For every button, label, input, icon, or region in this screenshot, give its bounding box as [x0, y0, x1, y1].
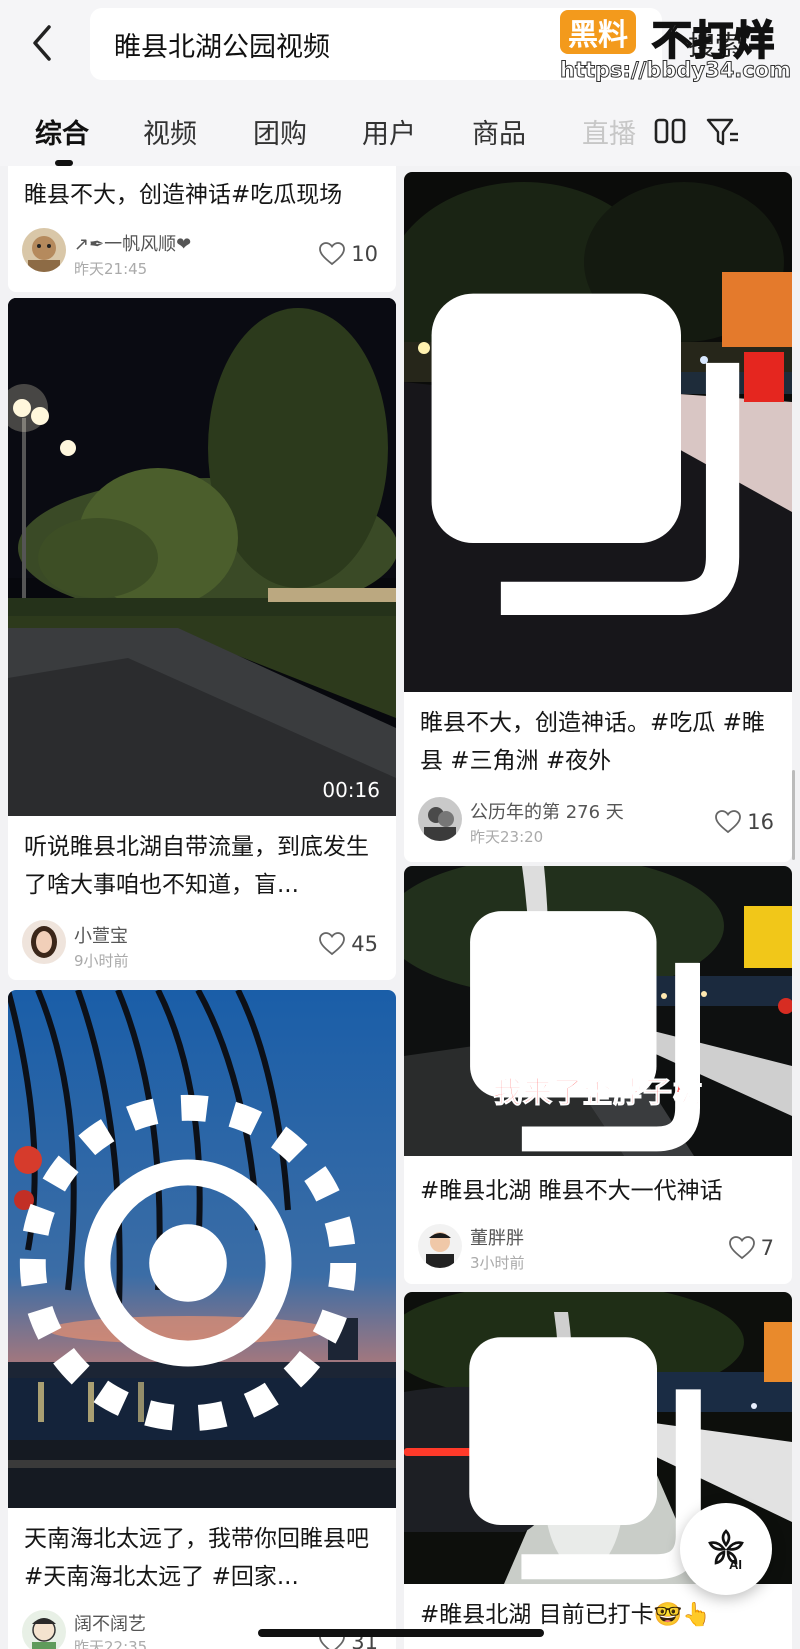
- tab-users[interactable]: 用户: [362, 112, 416, 151]
- tab-video[interactable]: 视频: [143, 112, 197, 151]
- back-button[interactable]: [22, 18, 62, 68]
- card-title: 睢县不大，创造神话#吃瓜现场: [24, 182, 343, 208]
- avatar[interactable]: [22, 1610, 66, 1649]
- feed-card[interactable]: 睢县不大，创造神话。#吃瓜 #睢县 #三角洲 #夜外 公历年的第 276 天 昨…: [404, 172, 792, 862]
- like-button[interactable]: 45: [319, 932, 378, 956]
- avatar[interactable]: [22, 228, 66, 272]
- feed-card[interactable]: 我来了歪脖子树 #睢县北湖 睢县不大一代神话 董胖胖 3小时前 7: [404, 866, 792, 1284]
- watermark: 黑料 不打烊 https://bbdy34.com: [559, 6, 800, 90]
- like-button[interactable]: 16: [715, 810, 774, 834]
- heart-icon: [715, 810, 742, 834]
- like-button[interactable]: 7: [728, 1236, 774, 1260]
- top-bar: 搜索 黑料 不打烊 https://bbdy34.com: [0, 0, 800, 90]
- avatar[interactable]: [418, 797, 462, 841]
- heart-icon: [319, 932, 346, 956]
- video-duration: 00:16: [322, 778, 380, 802]
- tab-comprehensive[interactable]: 综合: [35, 112, 89, 151]
- chevron-left-icon: [33, 25, 51, 61]
- search-tabs: 综合 视频 团购 用户 商品 直播: [0, 90, 800, 166]
- card-title: 天南海北太远了，我带你回睢县吧#天南海北太远了 #回家...: [24, 1526, 369, 1590]
- image-thumbnail[interactable]: 我来了歪脖子树: [404, 866, 792, 1156]
- video-thumbnail[interactable]: 00:16: [8, 298, 396, 816]
- like-count: 7: [760, 1236, 774, 1260]
- author-name[interactable]: ↗✒一帆风顺❤: [74, 230, 191, 256]
- like-count: 10: [351, 242, 378, 266]
- card-title: 睢县不大，创造神话。#吃瓜 #睢县 #三角洲 #夜外: [420, 710, 765, 774]
- double-column-icon[interactable]: [652, 114, 688, 150]
- heart-icon: [728, 1236, 755, 1260]
- avatar[interactable]: [418, 1224, 462, 1268]
- like-count: 45: [351, 932, 378, 956]
- image-thumbnail[interactable]: [8, 990, 396, 1508]
- image-set-icon: [470, 911, 700, 1152]
- feed-card[interactable]: 睢县不大，创造神话#吃瓜现场 ↗✒一帆风顺❤ 昨天21:45 10: [8, 166, 396, 292]
- post-time: 昨天23:20: [470, 828, 544, 846]
- post-time: 3小时前: [470, 1254, 525, 1272]
- like-button[interactable]: 10: [319, 242, 378, 266]
- tab-products[interactable]: 商品: [472, 112, 526, 151]
- ai-assistant-button[interactable]: AI: [680, 1503, 772, 1595]
- home-indicator: [258, 1629, 544, 1637]
- filter-icon[interactable]: [705, 114, 741, 150]
- feed-card[interactable]: 天南海北太远了，我带你回睢县吧#天南海北太远了 #回家... 阔不阔艺 昨天22…: [8, 990, 396, 1649]
- ai-flower-icon: AI: [708, 1529, 744, 1572]
- card-title: 听说睢县北湖自带流量，到底发生了啥大事咱也不知道，盲...: [24, 834, 369, 898]
- author-name[interactable]: 董胖胖: [470, 1224, 524, 1250]
- live-photo-icon: [19, 1094, 357, 1432]
- svg-text:AI: AI: [729, 1557, 742, 1572]
- scroll-indicator: [792, 770, 795, 860]
- tab-live[interactable]: 直播: [582, 112, 636, 151]
- post-time: 昨天21:45: [74, 260, 148, 278]
- heart-icon: [319, 242, 346, 266]
- tab-group-buy[interactable]: 团购: [253, 112, 307, 151]
- author-name[interactable]: 阔不阔艺: [74, 1610, 146, 1636]
- author-name[interactable]: 小萱宝: [74, 922, 128, 948]
- post-time: 9小时前: [74, 952, 129, 970]
- card-title: #睢县北湖 睢县不大一代神话: [420, 1178, 723, 1204]
- avatar[interactable]: [22, 920, 66, 964]
- image-thumbnail[interactable]: [404, 172, 792, 692]
- image-overlay-caption: 我来了歪脖子树: [492, 1075, 703, 1110]
- author-name[interactable]: 公历年的第 276 天: [470, 798, 624, 824]
- feed-card[interactable]: #睢县北湖 目前已打卡🤓👆: [404, 1292, 792, 1649]
- watermark-url: https://bbdy34.com: [559, 58, 792, 83]
- image-set-icon: [431, 293, 740, 616]
- feed-card[interactable]: 00:16 听说睢县北湖自带流量，到底发生了啥大事咱也不知道，盲... 小萱宝 …: [8, 298, 396, 980]
- post-time: 昨天22:35: [74, 1638, 148, 1649]
- watermark-badge: 黑料: [560, 10, 636, 54]
- like-count: 16: [747, 810, 774, 834]
